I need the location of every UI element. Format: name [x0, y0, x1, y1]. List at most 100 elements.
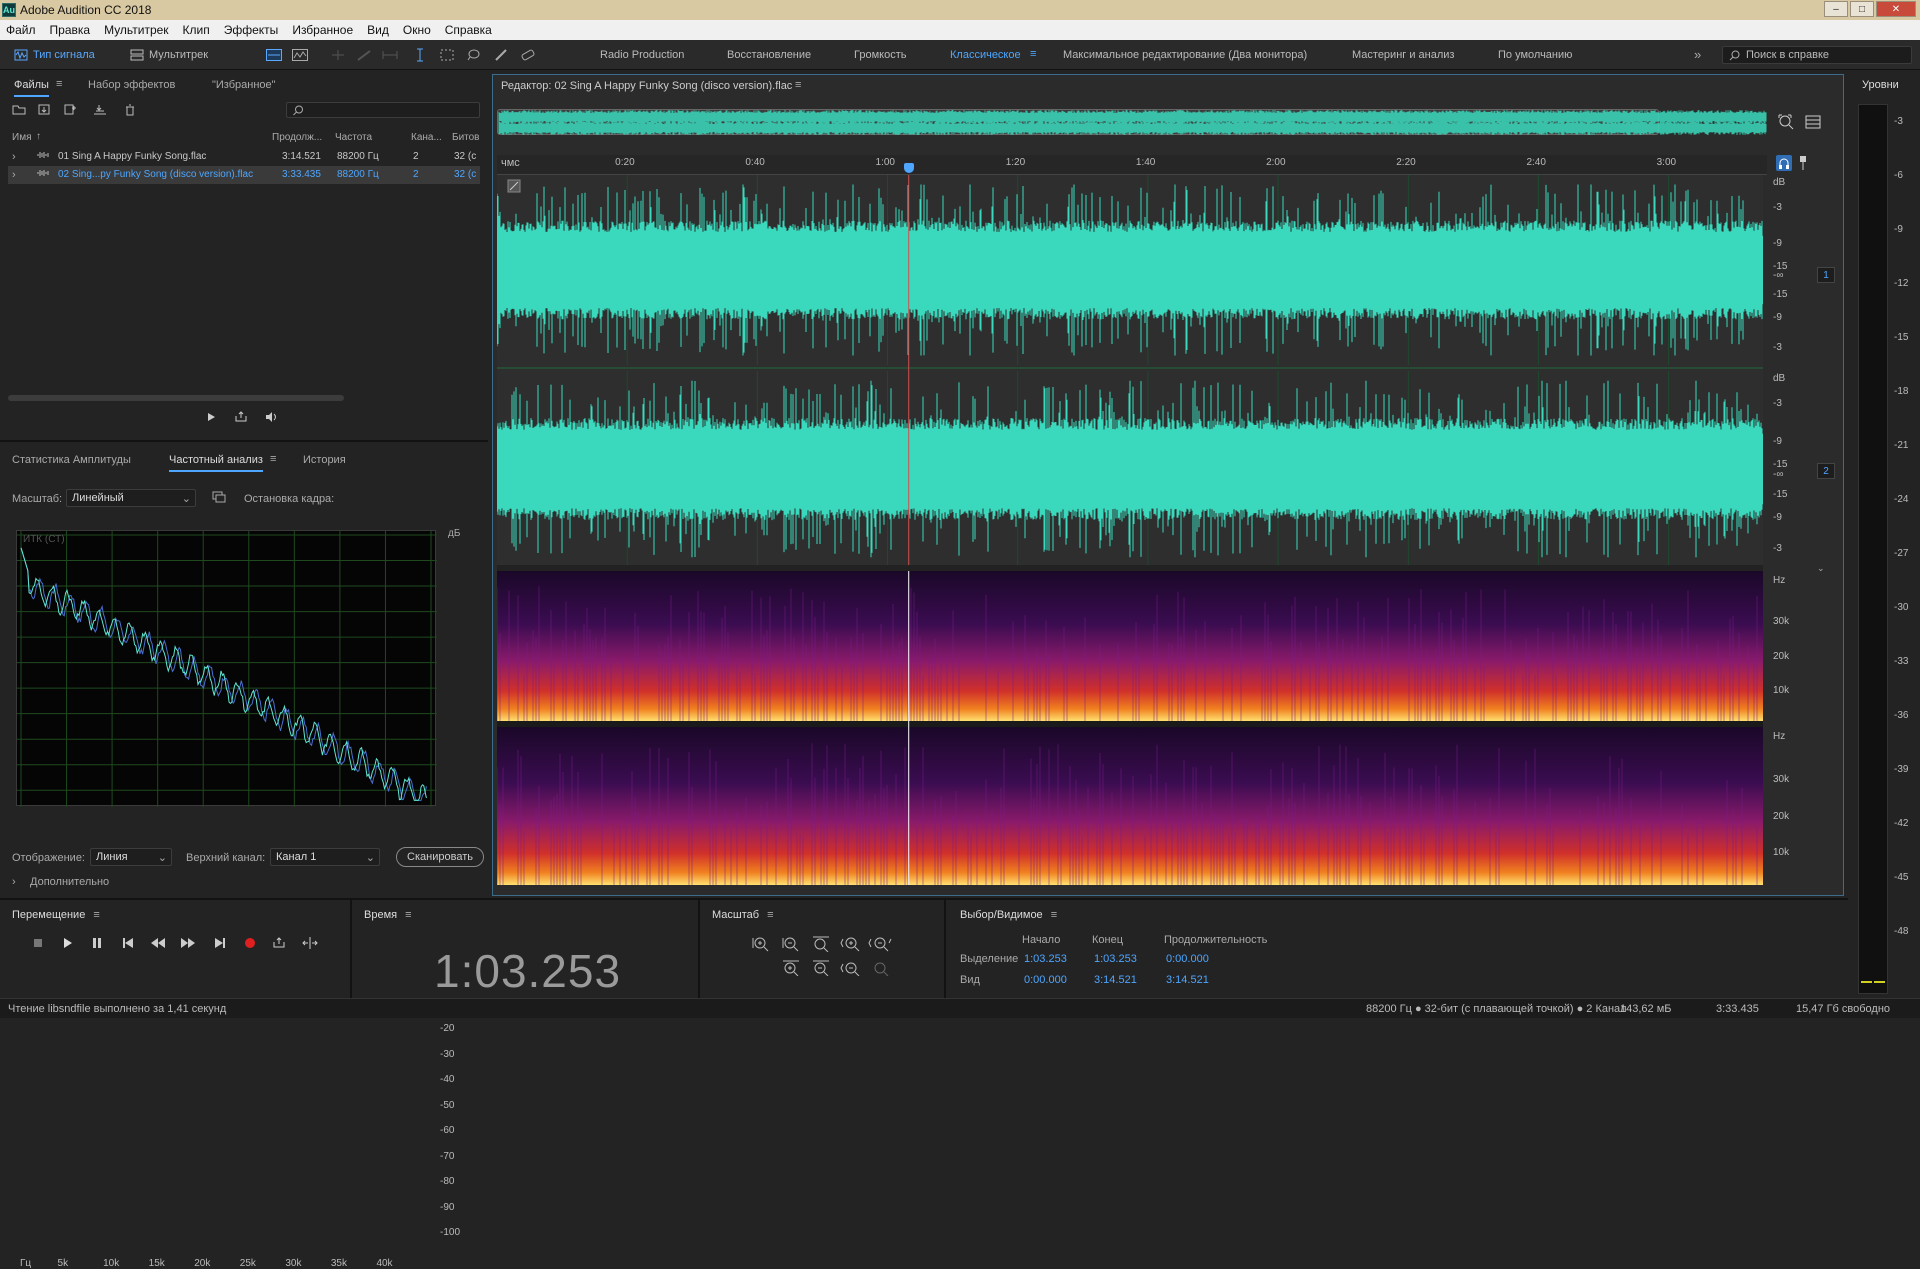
import-file-icon[interactable]	[38, 104, 52, 115]
top-channel-select[interactable]: Канал 1 ⌄	[270, 848, 380, 866]
fast-forward-icon[interactable]	[180, 938, 196, 948]
collapse-chevron-icon[interactable]: ⌄	[1817, 563, 1825, 574]
delete-icon[interactable]	[124, 104, 136, 116]
channel-1-badge[interactable]: 1	[1817, 267, 1835, 283]
auto-play-icon[interactable]	[262, 411, 278, 423]
zoom-out-time-icon[interactable]	[868, 936, 892, 952]
pin-icon[interactable]	[1797, 155, 1809, 171]
col-name[interactable]: Имя	[12, 132, 31, 143]
insert-into-multitrack-icon[interactable]	[92, 104, 108, 115]
workspace-loudness[interactable]: Громкость	[854, 49, 906, 61]
move-tool-icon[interactable]	[330, 49, 346, 61]
time-display[interactable]: 1:03.253	[434, 944, 621, 998]
copy-graph-icon[interactable]	[212, 491, 226, 503]
skip-to-end-icon[interactable]	[214, 938, 226, 948]
zoom-in-amplitude-icon[interactable]	[752, 936, 770, 952]
panel-divider[interactable]	[0, 440, 488, 442]
time-selection-tool-icon[interactable]	[414, 48, 426, 62]
zoom-out-amplitude-icon[interactable]	[782, 936, 800, 952]
selection-start[interactable]: 1:03.253	[1024, 953, 1067, 965]
overview-options-icon[interactable]	[1805, 115, 1821, 129]
maximize-button[interactable]: □	[1850, 1, 1874, 17]
menu-view[interactable]: Вид	[367, 23, 389, 37]
play-preview-icon[interactable]	[206, 412, 216, 422]
menu-favorites[interactable]: Избранное	[292, 23, 353, 37]
editor-menu-icon[interactable]: ≡	[795, 79, 801, 91]
time-format-toggle[interactable]	[1776, 155, 1792, 171]
show-spectral-icon[interactable]	[292, 49, 308, 61]
workspace-radio-production[interactable]: Radio Production	[600, 49, 684, 61]
show-waveform-icon[interactable]	[266, 49, 282, 61]
menu-file[interactable]: Файл	[6, 23, 36, 37]
file-row[interactable]: › 01 Sing A Happy Funky Song.flac 3:14.5…	[8, 148, 480, 166]
scan-button[interactable]: Сканировать	[396, 847, 484, 867]
minimize-button[interactable]: –	[1824, 1, 1848, 17]
zoom-in-time-icon[interactable]	[840, 936, 860, 952]
view-end[interactable]: 3:14.521	[1094, 974, 1137, 986]
files-search-input[interactable]	[286, 102, 480, 118]
files-panel-menu-icon[interactable]: ≡	[56, 78, 62, 90]
zoom-reset-icon[interactable]	[872, 960, 890, 976]
col-rate[interactable]: Частота	[335, 132, 372, 143]
loop-playback-icon[interactable]	[272, 937, 286, 949]
loop-preview-icon[interactable]	[234, 411, 248, 423]
zoom-to-selection-icon[interactable]	[1777, 113, 1795, 131]
menu-help[interactable]: Справка	[445, 23, 492, 37]
pause-icon[interactable]	[92, 938, 102, 948]
selection-menu-icon[interactable]: ≡	[1051, 909, 1057, 921]
workspace-default[interactable]: По умолчанию	[1498, 49, 1572, 61]
tab-amplitude-statistics[interactable]: Статистика Амплитуды	[12, 454, 131, 466]
play-icon[interactable]	[63, 938, 73, 948]
razor-tool-icon[interactable]	[356, 49, 372, 61]
workspace-restoration[interactable]: Восстановление	[727, 49, 811, 61]
rewind-icon[interactable]	[150, 938, 166, 948]
transport-menu-icon[interactable]: ≡	[93, 909, 99, 921]
selection-duration[interactable]: 0:00.000	[1166, 953, 1209, 965]
col-channels[interactable]: Кана...	[411, 132, 442, 143]
record-icon[interactable]	[244, 937, 256, 949]
skip-to-start-icon[interactable]	[122, 938, 134, 948]
slip-tool-icon[interactable]	[382, 49, 398, 61]
selection-end[interactable]: 1:03.253	[1094, 953, 1137, 965]
file-row-selected[interactable]: › 02 Sing...py Funky Song (disco version…	[8, 166, 480, 184]
skip-selection-icon[interactable]	[302, 937, 318, 949]
tab-frequency-analysis[interactable]: Частотный анализ	[169, 454, 263, 472]
files-hscrollbar[interactable]	[8, 395, 344, 401]
tab-files[interactable]: Файлы	[14, 79, 49, 97]
open-file-icon[interactable]	[12, 104, 26, 115]
multitrack-view-button[interactable]: Мультитрек	[130, 46, 208, 64]
close-button[interactable]: ✕	[1876, 1, 1916, 17]
waveform-view-button[interactable]: Тип сигнала	[14, 46, 95, 64]
advanced-label[interactable]: Дополнительно	[30, 876, 109, 888]
stop-icon[interactable]	[33, 938, 43, 948]
channel-2-badge[interactable]: 2	[1817, 463, 1835, 479]
menu-window[interactable]: Окно	[403, 23, 431, 37]
time-menu-icon[interactable]: ≡	[405, 909, 411, 921]
new-file-icon[interactable]	[64, 104, 78, 115]
zoom-out-time-full-icon[interactable]	[840, 960, 860, 976]
col-bits[interactable]: Битов	[452, 132, 480, 143]
menu-edit[interactable]: Правка	[50, 23, 91, 37]
zoom-out-full-icon[interactable]	[812, 936, 830, 952]
workspace-menu-icon[interactable]: ≡	[1030, 48, 1036, 60]
hud-icon[interactable]	[507, 179, 521, 193]
zoom-to-selection-out-icon[interactable]	[812, 960, 830, 976]
time-ruler[interactable]	[497, 155, 1767, 175]
workspace-mastering[interactable]: Мастеринг и анализ	[1352, 49, 1454, 61]
workspace-classic[interactable]: Классическое	[950, 49, 1021, 61]
zoom-to-selection-in-icon[interactable]	[782, 960, 800, 976]
overflow-chevron-icon[interactable]: »	[1694, 47, 1701, 62]
playhead-handle[interactable]	[903, 163, 914, 173]
display-select[interactable]: Линия ⌄	[90, 848, 172, 866]
tab-favorites[interactable]: "Избранное"	[212, 79, 276, 91]
spot-healing-tool-icon[interactable]	[520, 49, 536, 61]
expand-chevron-icon[interactable]: ›	[12, 169, 16, 181]
expand-chevron-icon[interactable]: ›	[12, 876, 16, 888]
marquee-tool-icon[interactable]	[440, 49, 454, 61]
zoom-menu-icon[interactable]: ≡	[767, 909, 773, 921]
tab-history[interactable]: История	[303, 454, 346, 466]
analysis-panel-menu-icon[interactable]: ≡	[270, 453, 276, 465]
tab-effects-rack[interactable]: Набор эффектов	[88, 79, 175, 91]
workspace-max-editing[interactable]: Максимальное редактирование (Два монитор…	[1063, 49, 1307, 61]
spectral-display[interactable]	[497, 571, 1763, 885]
